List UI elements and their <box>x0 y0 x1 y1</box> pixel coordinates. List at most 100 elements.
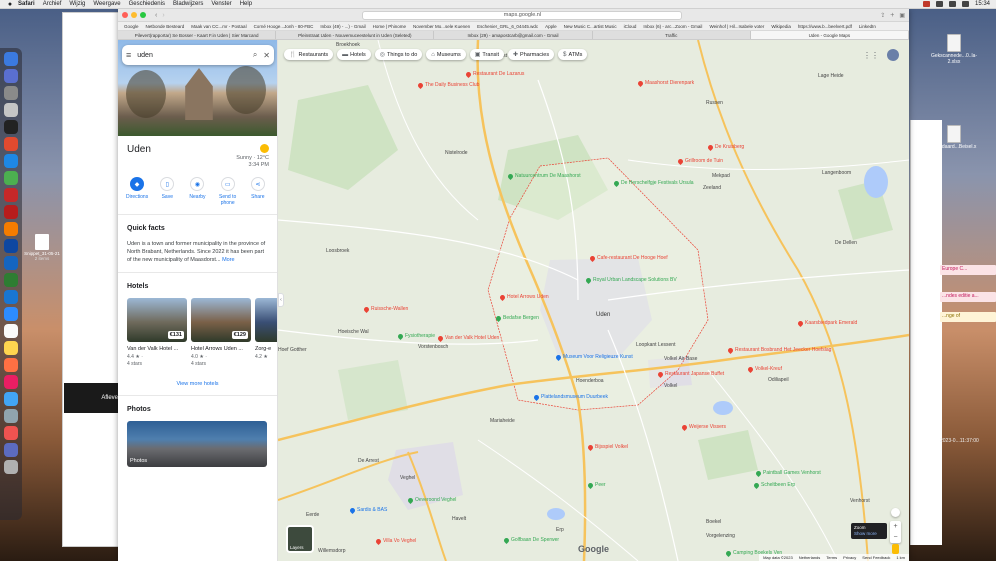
map-poi[interactable]: Grillroom de Tuin <box>676 157 723 165</box>
notes-icon[interactable] <box>4 324 18 338</box>
map-place-label[interactable]: Volkel Air Base <box>664 356 697 362</box>
menu-help[interactable]: Help <box>240 1 252 7</box>
preview-icon[interactable] <box>4 409 18 423</box>
map-place-label[interactable]: Mekpad <box>712 173 730 179</box>
search-box[interactable]: ≡ uden ⌕ ✕ <box>122 45 274 65</box>
video-popup[interactable]: Afleve <box>64 383 120 413</box>
trash-icon[interactable] <box>4 460 18 474</box>
share-icon[interactable]: ⇪ <box>880 12 885 19</box>
map-poi[interactable]: Restaurant Bosbrand Het Jeecker Hoefslag <box>726 346 831 354</box>
map-poi[interactable]: De Herschelfgje Festivals Ursula <box>612 179 694 187</box>
photos-thumbnail[interactable]: Photos <box>127 421 267 467</box>
map-place-label[interactable]: Boekel <box>706 519 721 525</box>
map-poi[interactable]: Cafe-restaurant De Hooge Hoef <box>588 254 668 262</box>
map-place-label[interactable]: Hoef Gotther <box>278 347 307 353</box>
browser-tab[interactable]: Pilevert(rapportar) Se Bosser - Kaart F.… <box>118 31 277 39</box>
search-icon[interactable]: ⌕ <box>253 50 257 60</box>
hotel-card[interactable]: Zorg-e 4.2 ★ <box>255 298 277 367</box>
apple-icon[interactable]: ● <box>6 0 14 8</box>
background-window-left[interactable] <box>62 12 120 547</box>
firefox-icon[interactable] <box>4 358 18 372</box>
favorite-link[interactable]: Inbox (6) - arc...Zoom - Gmail <box>643 24 702 29</box>
word-icon[interactable] <box>4 256 18 270</box>
status-app-icon[interactable] <box>922 1 930 7</box>
menu-safari[interactable]: Safari <box>18 1 35 7</box>
map-poi[interactable]: Oeveroond Veghel <box>406 496 456 504</box>
map-poi[interactable]: Maashorst Dierenpark <box>636 79 694 87</box>
app-icon[interactable] <box>4 443 18 457</box>
favorite-link[interactable]: Netbonde Besteard <box>146 24 185 29</box>
browser-tab[interactable]: Inbox (29) - amapostcarb@gmail.com - Gma… <box>434 31 593 39</box>
desktop-widget[interactable]: Snippet_31-05-21 2 items <box>24 234 60 261</box>
nearby-button[interactable]: ◉ Nearby <box>183 177 211 206</box>
new-tab-icon[interactable]: + <box>890 12 894 19</box>
photoshop-icon[interactable] <box>4 239 18 253</box>
menu-wijzig[interactable]: Wijzig <box>69 1 85 7</box>
favorite-link[interactable]: LinkedIn <box>859 24 876 29</box>
hotel-card[interactable]: €129 Hotel Arrows Uden ... 4.0 ★ · 4 stars <box>191 298 251 367</box>
desktop-file[interactable]: Standaard...Beisel.x <box>932 125 976 150</box>
favorite-link[interactable]: Inbox (49) - ...) - Gmail <box>320 24 365 29</box>
app-icon[interactable] <box>4 137 18 151</box>
map-poi[interactable]: Hotel Arrows Uden <box>498 293 549 301</box>
hotel-card[interactable]: €131 Van der Valk Hotel ... 4.4 ★ · 4 stars <box>127 298 187 367</box>
system-prefs-icon[interactable] <box>4 103 18 117</box>
siri-icon[interactable] <box>4 69 18 83</box>
map-place-label[interactable]: De Arrest <box>358 458 379 464</box>
map-footer-link[interactable]: 1 km <box>896 555 905 560</box>
desktop-file[interactable]: Gekscannede...0..la-2.xlsx <box>931 34 977 65</box>
calendar-event[interactable]: ...ndes editie a... <box>940 292 996 302</box>
favorite-link[interactable]: Weinhof | Hil...Isabele voter <box>709 24 764 29</box>
browser-tab[interactable]: Uden - Google Maps <box>750 31 910 39</box>
map-place-label[interactable]: Vorgelenzing <box>706 533 735 539</box>
forward-icon[interactable]: › <box>162 12 164 19</box>
favorite-link[interactable]: Home | Phinome <box>373 24 406 29</box>
battery-icon[interactable] <box>948 1 956 7</box>
favorite-link[interactable]: iCloud <box>624 24 637 29</box>
safari-icon[interactable] <box>4 154 18 168</box>
favorite-link[interactable]: Eschenier_GRL_6_04445.wdc <box>477 24 538 29</box>
map-poi[interactable]: The Daily Business Club <box>416 81 479 89</box>
browser-tab[interactable]: Traffic <box>593 31 751 39</box>
outlook-icon[interactable] <box>4 290 18 304</box>
illustrator-icon[interactable] <box>4 222 18 236</box>
compass-icon[interactable] <box>891 508 900 517</box>
view-more-hotels-link[interactable]: View more hotels <box>118 381 277 387</box>
menu-bladwijzers[interactable]: Bladwijzers <box>173 1 203 7</box>
map-poi[interactable]: Restaurant De Lazarus <box>464 70 524 78</box>
map-place-label[interactable]: Volkel <box>664 383 677 389</box>
background-window-right[interactable] <box>910 120 942 545</box>
save-button[interactable]: ▯ Save <box>153 177 181 206</box>
map-poi[interactable]: Villa Vo Veghel <box>374 537 416 545</box>
map-place-label[interactable]: Havelt <box>452 516 466 522</box>
map-place-label[interactable]: Nistelrode <box>445 150 468 156</box>
favorite-link[interactable]: New Music C...artist Music <box>564 24 617 29</box>
zoom-window-button[interactable] <box>140 12 146 18</box>
map-place-label[interactable]: Lage Heide <box>818 73 844 79</box>
map-place-label[interactable]: Odiliapeil <box>768 377 789 383</box>
map-poi[interactable]: Bedafse Bergen <box>494 314 539 322</box>
map-place-label[interactable]: Willemsdorp <box>318 548 346 554</box>
close-window-button[interactable] <box>122 12 128 18</box>
map-place-label[interactable]: Broekhoek <box>336 42 360 48</box>
map-canvas[interactable]: 🍴 Restaurants ▬ Hotels ◎ Things to do ⌂ Museums… <box>278 40 909 561</box>
map-place-label[interactable]: Loosbroek <box>326 248 349 254</box>
share-button[interactable]: ⋖ Share <box>244 177 272 206</box>
chip-museums[interactable]: ⌂ Museums <box>426 49 466 60</box>
map-poi[interactable]: Fysiotherapie <box>396 332 435 340</box>
launchpad-icon[interactable] <box>4 86 18 100</box>
finder-icon[interactable] <box>4 52 18 66</box>
more-link[interactable]: More <box>222 257 235 263</box>
map-place-label[interactable]: Venhorst <box>850 498 870 504</box>
account-avatar[interactable] <box>887 49 899 61</box>
map-poi[interactable]: Volkel-Kreuf <box>746 365 782 373</box>
chip-pharmacies[interactable]: ✚ Pharmacies <box>508 49 555 60</box>
map-poi[interactable]: Peer <box>586 481 606 489</box>
map-place-label[interactable]: Hoeische Wal <box>338 329 369 335</box>
wifi-icon[interactable] <box>935 1 943 7</box>
zoom-icon[interactable] <box>4 307 18 321</box>
chip-hotels[interactable]: ▬ Hotels <box>337 49 371 60</box>
map-poi[interactable]: Plattelandsmuseum Duurbeek <box>532 393 608 401</box>
app-store-icon[interactable] <box>4 392 18 406</box>
map-place-label[interactable]: Vorstenbosch <box>418 344 448 350</box>
